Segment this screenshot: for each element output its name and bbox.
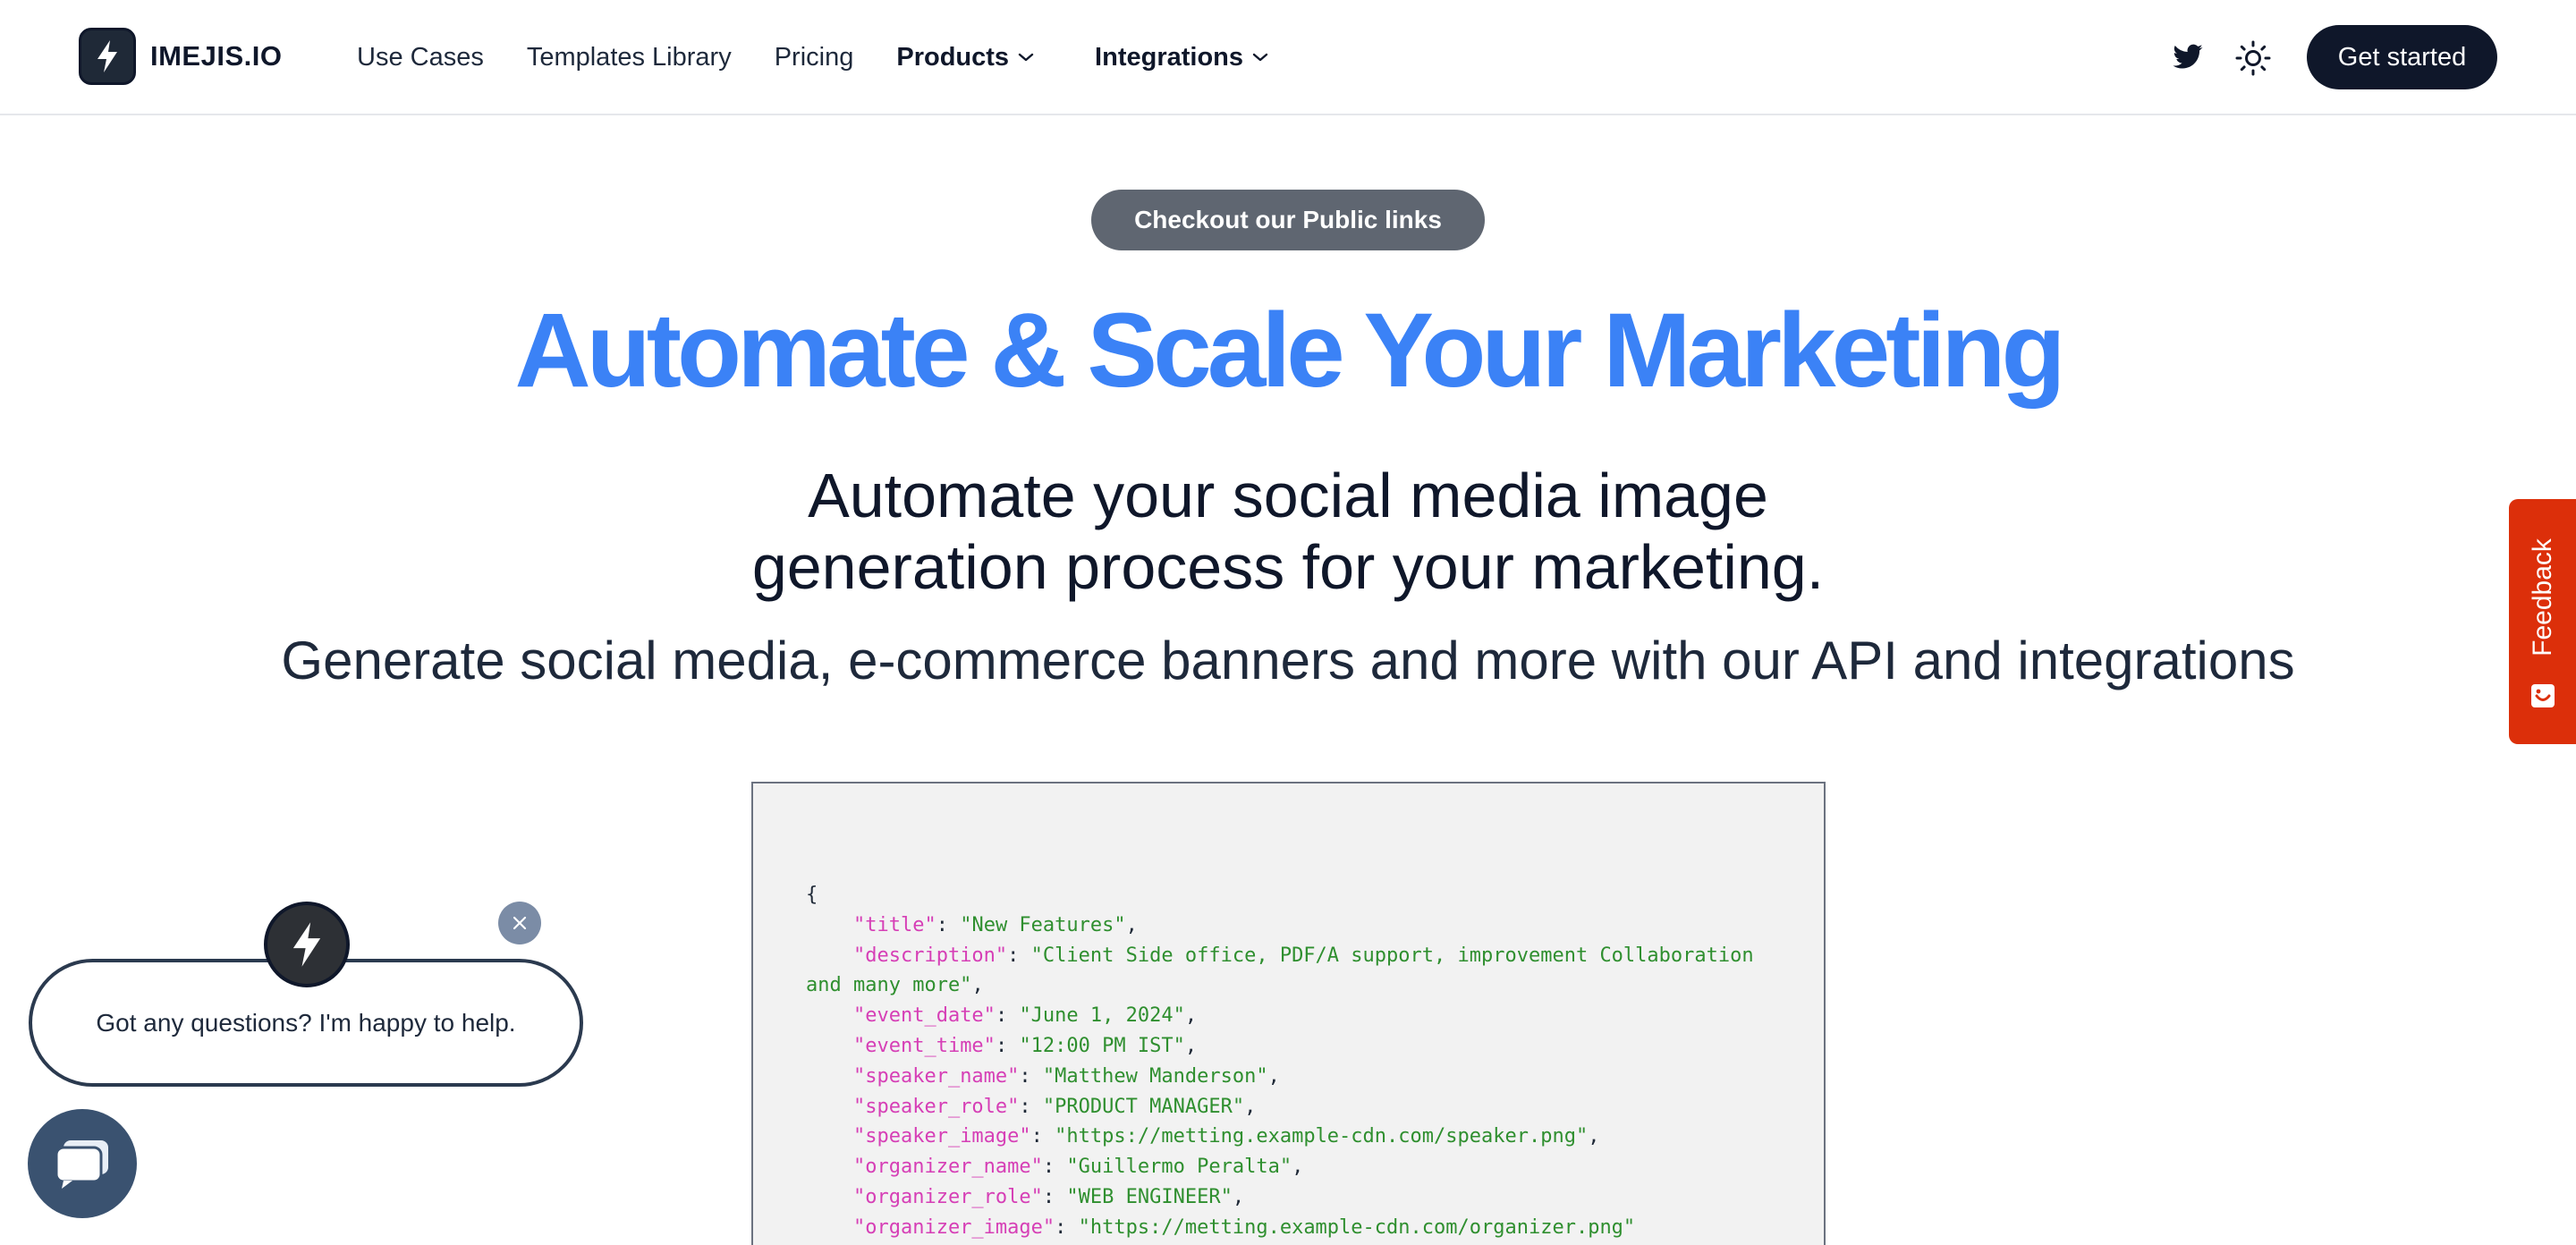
- brand-name: IMEJIS.IO: [150, 40, 283, 72]
- json-value: "June 1, 2024": [1019, 1004, 1185, 1028]
- json-value: "Matthew Manderson": [1042, 1064, 1268, 1088]
- json-value: "12:00 PM IST": [1019, 1034, 1185, 1057]
- json-key: "event_date": [852, 1004, 996, 1028]
- json-key: "speaker_image": [852, 1125, 1031, 1148]
- nav-pricing[interactable]: Pricing: [775, 43, 854, 72]
- json-key: "description": [852, 944, 1008, 967]
- nav-use-cases[interactable]: Use Cases: [357, 43, 484, 72]
- json-value: "Guillermo Peralta": [1066, 1156, 1292, 1179]
- hero-description: Generate social media, e-commerce banner…: [281, 631, 2295, 690]
- hero-subtitle-line-1: Automate your social media image: [808, 461, 1768, 530]
- feedback-tab[interactable]: Feedback: [2509, 499, 2576, 744]
- json-code: { "title": "New Features", "description"…: [806, 884, 1754, 1239]
- chevron-down-icon: [1252, 53, 1268, 62]
- hero-subtitle: Automate your social media image generat…: [0, 460, 2576, 603]
- chat-message: Got any questions? I'm happy to help.: [96, 1009, 516, 1037]
- json-key: "organizer_role": [852, 1185, 1043, 1208]
- json-key: "organizer_name": [852, 1156, 1043, 1179]
- code-sample-block: { "title": "New Features", "description"…: [751, 782, 1826, 1245]
- lightning-bolt-icon: [79, 28, 136, 85]
- json-key: "speaker_role": [852, 1095, 1020, 1118]
- json-key: "title": [852, 913, 936, 936]
- json-key: "organizer_image": [852, 1215, 1055, 1239]
- close-icon: [513, 916, 527, 930]
- logo-link[interactable]: IMEJIS.IO: [79, 28, 282, 85]
- json-value: "PRODUCT MANAGER": [1042, 1095, 1245, 1118]
- hero-subtitle-line-2: generation process for your marketing.: [751, 532, 1825, 602]
- json-key: "event_time": [852, 1034, 996, 1057]
- json-value: "Client Side office, PDF/A support, impr…: [1030, 944, 1754, 967]
- sun-icon[interactable]: [2234, 39, 2272, 77]
- lightning-bolt-icon: [292, 922, 321, 967]
- nav-products-label: Products: [896, 42, 1010, 72]
- chat-avatar: [264, 902, 350, 987]
- main-nav: Use Cases Templates Library Pricing Prod…: [357, 39, 1311, 75]
- chat-launcher-button[interactable]: [28, 1109, 137, 1218]
- chat-close-button[interactable]: [498, 902, 541, 944]
- json-value: and many more": [806, 974, 972, 997]
- json-value: "WEB ENGINEER": [1066, 1185, 1233, 1208]
- nav-templates-library[interactable]: Templates Library: [527, 43, 732, 72]
- json-value: "https://metting.example-cdn.com/speaker…: [1055, 1125, 1589, 1148]
- hero-title: Automate & Scale Your Marketing: [514, 292, 2065, 410]
- site-header: IMEJIS.IO Use Cases Templates Library Pr…: [0, 0, 2576, 115]
- smiley-icon: [2531, 684, 2555, 707]
- feedback-label: Feedback: [2527, 538, 2557, 656]
- nav-integrations-dropdown[interactable]: Integrations: [1095, 43, 1268, 72]
- chevron-down-icon: [1018, 53, 1034, 62]
- chat-bubbles-icon: [55, 1140, 108, 1189]
- public-links-button[interactable]: Checkout our Public links: [1091, 190, 1485, 250]
- json-value: "New Features": [960, 913, 1126, 936]
- nav-products-dropdown[interactable]: Products: [896, 43, 1034, 72]
- json-key: "speaker_name": [852, 1064, 1020, 1088]
- json-value: "https://metting.example-cdn.com/organiz…: [1078, 1215, 1636, 1239]
- nav-integrations-label: Integrations: [1095, 42, 1244, 72]
- get-started-button[interactable]: Get started: [2307, 25, 2497, 89]
- twitter-icon[interactable]: [2172, 41, 2204, 73]
